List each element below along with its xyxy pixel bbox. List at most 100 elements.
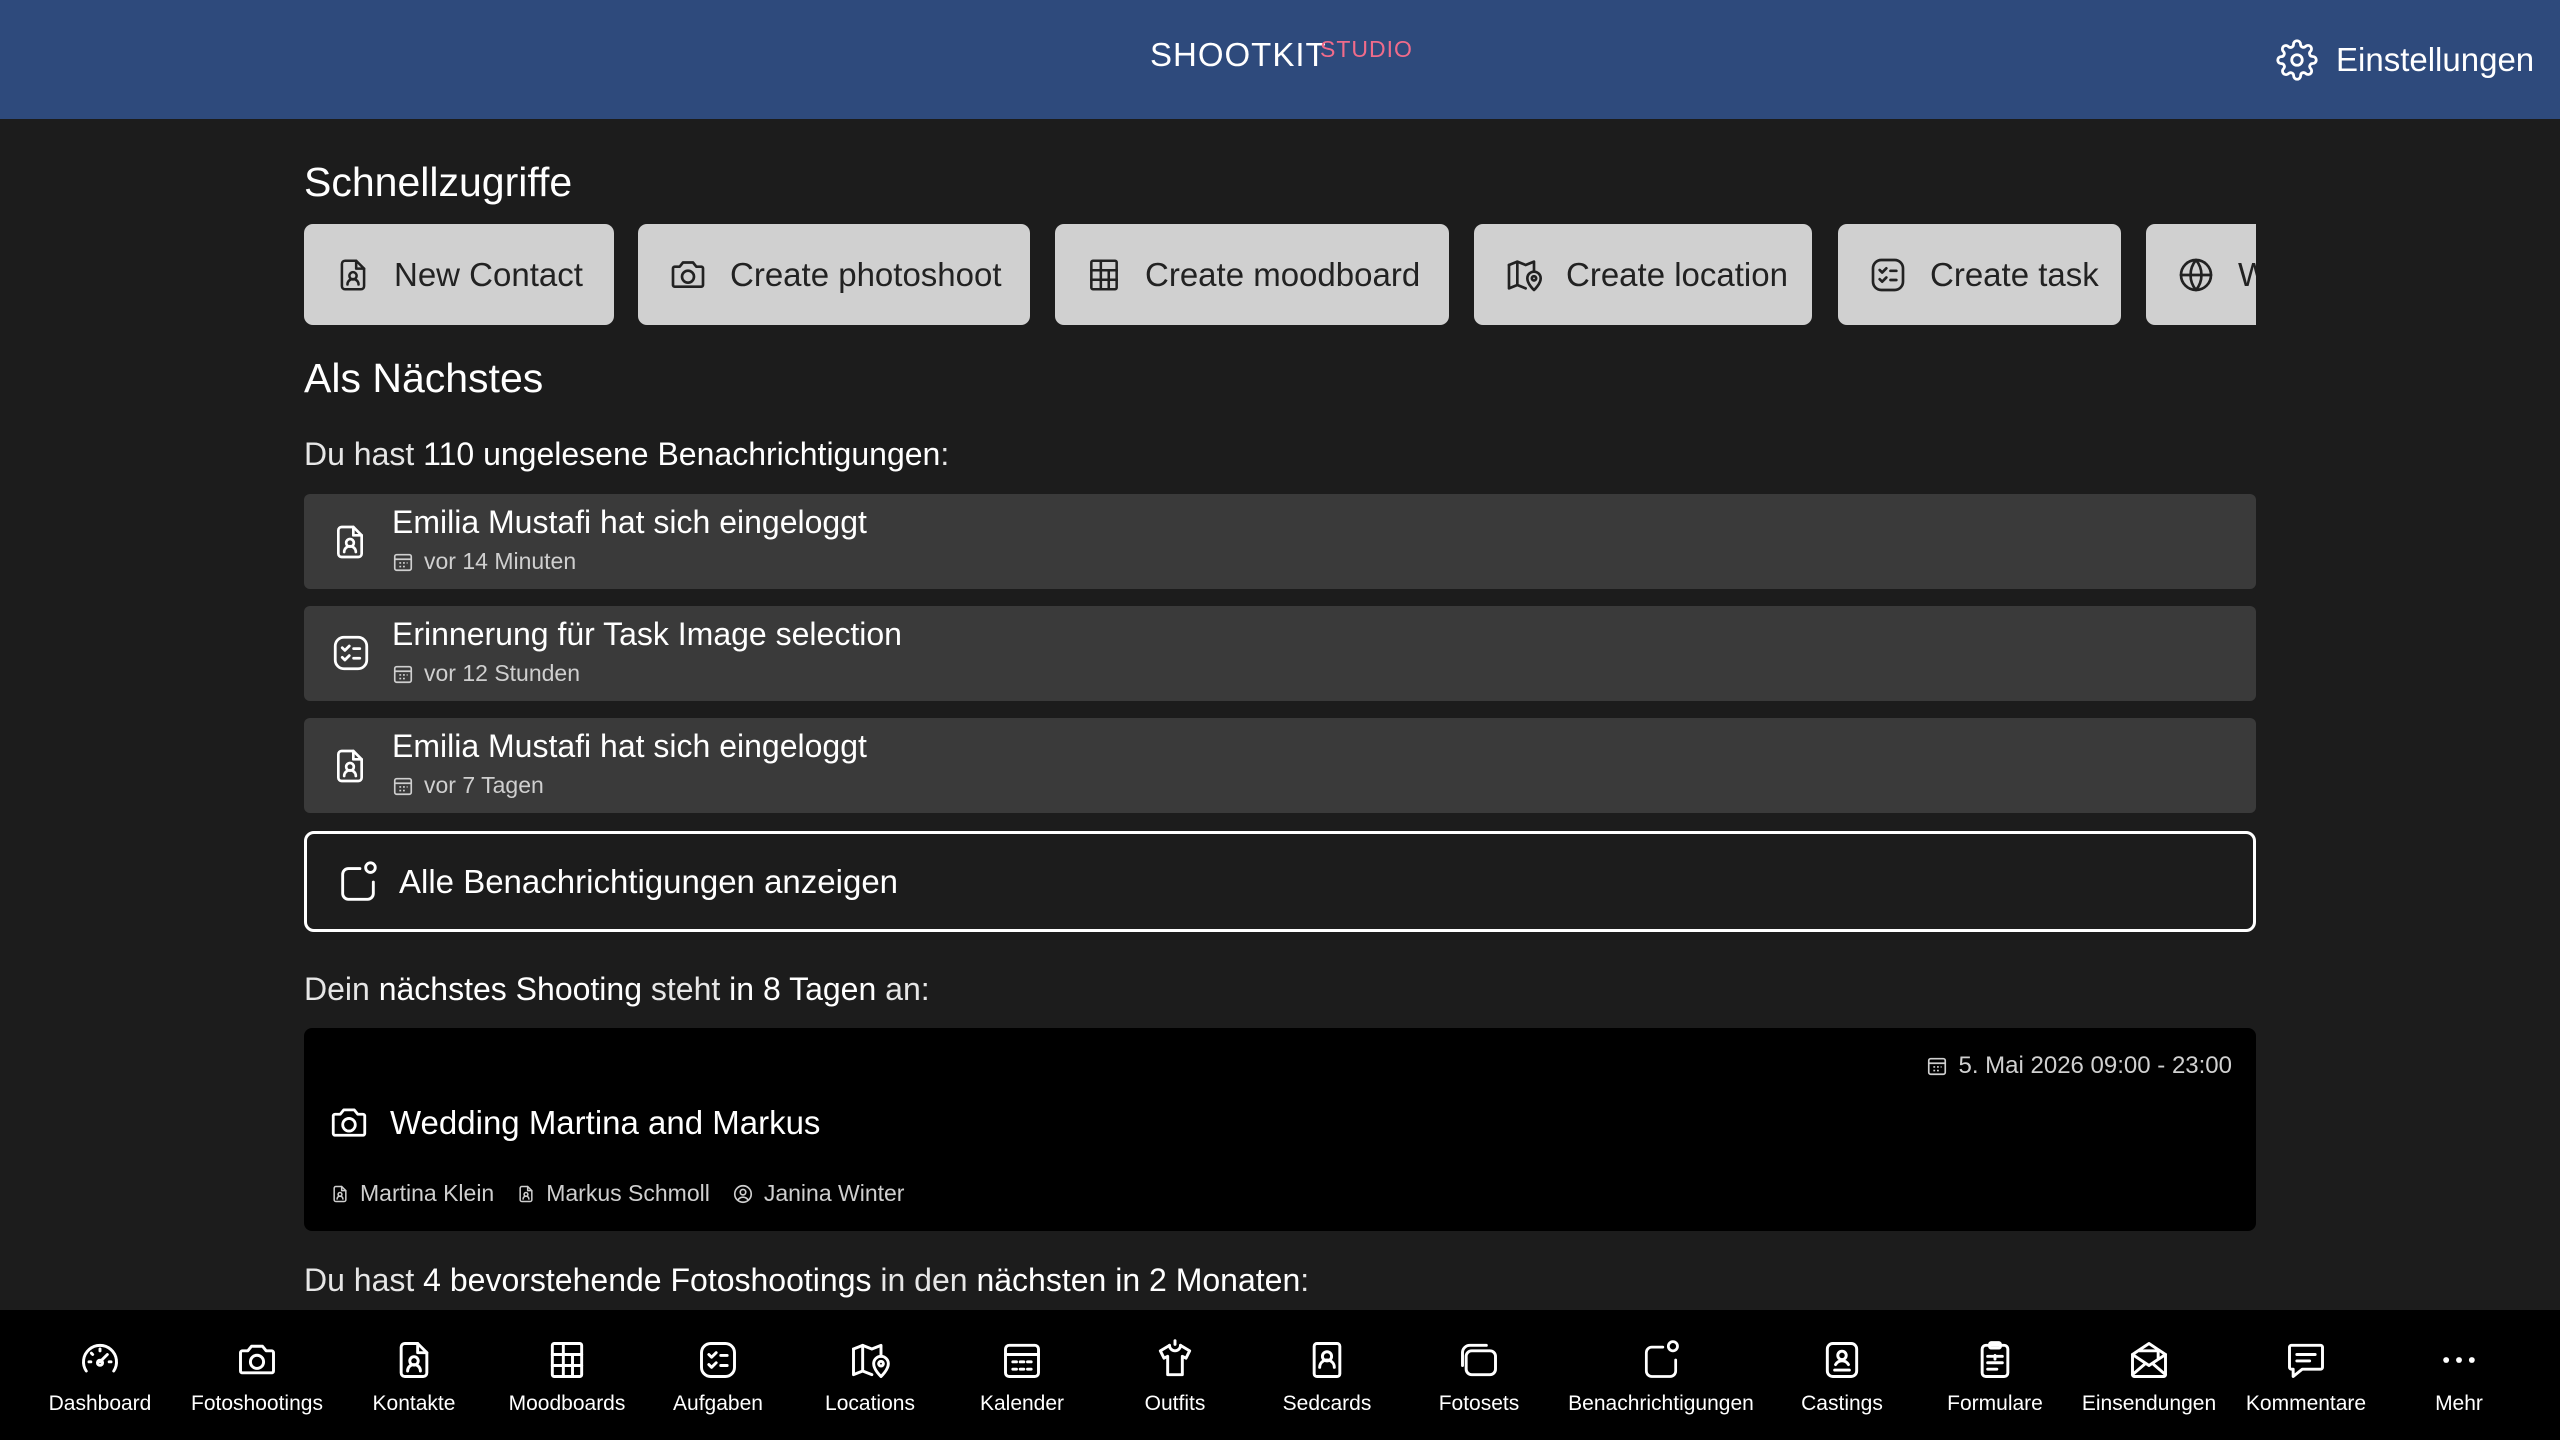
notification-time-text: vor 12 Stunden xyxy=(424,660,581,686)
create-photoshoot-button[interactable]: Create photoshoot xyxy=(638,224,1030,325)
web-quick-button[interactable]: W xyxy=(2146,224,2256,325)
shirt-icon xyxy=(1158,1339,1192,1377)
nav-formulare[interactable]: Formulare xyxy=(1905,1310,2085,1440)
calendar-icon xyxy=(393,553,413,571)
quick-access-title: Schnellzugriffe xyxy=(304,159,573,205)
camera-icon xyxy=(671,260,705,288)
notification-time: vor 14 Minuten xyxy=(392,548,576,575)
next-shoot-line: Dein nächstes Shooting steht in 8 Tagen … xyxy=(304,971,930,1008)
task-icon xyxy=(1871,258,1905,291)
contact-icon xyxy=(519,1185,533,1202)
text-segment-bold: 4 bevorstehende Fotoshootings xyxy=(423,1262,872,1298)
contact-icon xyxy=(337,525,363,559)
create-location-button[interactable]: Create location xyxy=(1474,224,1812,325)
notification-item[interactable]: Erinnerung für Task Image selection vor … xyxy=(304,606,2256,701)
quick-access-row[interactable]: New Contact Create photoshoot Create moo… xyxy=(304,224,2256,325)
notification-title: Erinnerung für Task Image selection xyxy=(392,616,902,652)
summary-count: 110 ungelesene Benachrichtigungen xyxy=(423,436,941,472)
bell-icon xyxy=(341,860,377,901)
create-task-label: Create task xyxy=(1930,255,2099,293)
notification-title: Emilia Mustafi hat sich eingeloggt xyxy=(392,504,867,540)
notification-time: vor 12 Stunden xyxy=(392,660,580,687)
more-icon xyxy=(2443,1357,2475,1363)
create-location-label: Create location xyxy=(1566,255,1788,293)
camera-icon xyxy=(331,1108,367,1137)
text-segment-bold: nächstes Shooting xyxy=(378,971,642,1007)
comment-icon xyxy=(2288,1343,2324,1378)
notification-time-text: vor 7 Tagen xyxy=(424,772,544,798)
top-bar: SHOOTKIT STUDIO Einstellungen xyxy=(0,0,2560,119)
sedcard-icon xyxy=(1312,1342,1342,1378)
notification-item[interactable]: Emilia Mustafi hat sich eingeloggt vor 1… xyxy=(304,494,2256,589)
shoot-person[interactable]: Janina Winter xyxy=(732,1180,905,1207)
calendar-icon xyxy=(1004,1343,1040,1378)
next-title: Als Nächstes xyxy=(304,355,544,401)
task-icon xyxy=(700,1342,736,1378)
all-notifications-button[interactable]: Alle Benachrichtigungen anzeigen xyxy=(304,831,2256,932)
globe-icon xyxy=(2179,258,2213,291)
brand-logo: SHOOTKIT xyxy=(1150,36,1327,73)
upcoming-shoots-line: Du hast 4 bevorstehende Fotoshootings in… xyxy=(304,1262,1309,1299)
create-moodboard-button[interactable]: Create moodboard xyxy=(1055,224,1449,325)
brand-subtitle: STUDIO xyxy=(1320,36,1413,62)
text-segment: : xyxy=(1300,1262,1310,1298)
web-quick-label: W xyxy=(2238,255,2256,293)
user-circle-icon xyxy=(733,1184,752,1203)
settings-button[interactable]: Einstellungen xyxy=(2276,37,2534,83)
gear-icon xyxy=(2276,39,2318,81)
dashboard-icon xyxy=(82,1343,118,1373)
text-segment: steht xyxy=(642,971,730,1007)
contact-icon xyxy=(333,1185,347,1202)
nav-mehr[interactable]: Mehr xyxy=(2369,1310,2549,1440)
notification-item[interactable]: Emilia Mustafi hat sich eingeloggt vor 7… xyxy=(304,718,2256,813)
person-name: Janina Winter xyxy=(763,1180,905,1206)
shoot-person[interactable]: Martina Klein xyxy=(330,1180,494,1207)
shoot-person[interactable]: Markus Schmoll xyxy=(516,1180,710,1207)
nav-einsendungen[interactable]: Einsendungen xyxy=(2059,1310,2239,1440)
new-contact-label: New Contact xyxy=(394,255,583,293)
shoot-people: Martina Klein Markus Schmoll Janina Wint… xyxy=(330,1180,904,1207)
text-segment: Dein xyxy=(304,971,379,1007)
text-segment: an: xyxy=(876,971,930,1007)
bottom-nav: Dashboard Fotoshootings Kontakte Moodboa… xyxy=(0,1310,2560,1440)
next-shoot-card[interactable]: 5. Mai 2026 09:00 - 23:00 Wedding Martin… xyxy=(304,1028,2256,1231)
text-segment: in den xyxy=(871,1262,977,1298)
moodboard-icon xyxy=(550,1342,584,1378)
summary-suffix: : xyxy=(940,436,950,472)
nav-dashboard[interactable]: Dashboard xyxy=(10,1310,190,1440)
create-photoshoot-label: Create photoshoot xyxy=(730,255,1002,293)
nav-benachrichtigungen[interactable]: Benachrichtigungen xyxy=(1568,1310,1754,1440)
all-notifications-label: Alle Benachrichtigungen anzeigen xyxy=(399,862,899,900)
notification-title: Emilia Mustafi hat sich eingeloggt xyxy=(392,728,867,764)
text-segment-bold: in 8 Tagen xyxy=(729,971,877,1007)
bell-icon xyxy=(1644,1340,1679,1378)
contact-icon xyxy=(337,749,363,783)
calendar-icon xyxy=(393,665,413,683)
main-content[interactable]: Schnellzugriffe New Contact Create photo… xyxy=(0,119,2560,1310)
map-pin-icon xyxy=(852,1343,890,1378)
nav-fotoshootings[interactable]: Fotoshootings xyxy=(167,1310,347,1440)
shoot-date-text: 5. Mai 2026 09:00 - 23:00 xyxy=(1958,1052,2232,1079)
notification-time: vor 7 Tagen xyxy=(392,772,544,799)
calendar-icon xyxy=(393,777,413,795)
summary-prefix: Du hast xyxy=(304,436,424,472)
notification-time-text: vor 14 Minuten xyxy=(424,548,577,574)
clipboard-icon xyxy=(1980,1341,2010,1378)
create-task-button[interactable]: Create task xyxy=(1838,224,2121,325)
nav-fotosets[interactable]: Fotosets xyxy=(1389,1310,1569,1440)
new-contact-button[interactable]: New Contact xyxy=(304,224,614,325)
text-segment: Du hast xyxy=(304,1262,424,1298)
shoot-date: 5. Mai 2026 09:00 - 23:00 xyxy=(1926,1052,2232,1080)
shoot-title-text: Wedding Martina and Markus xyxy=(390,1104,821,1141)
map-pin-icon xyxy=(1507,259,1542,291)
app: SHOOTKIT STUDIO Einstellungen Schnellzug… xyxy=(0,0,2560,1440)
calendar-icon xyxy=(1928,1057,1947,1076)
nav-label: Mehr xyxy=(2435,1392,2483,1415)
shoot-title: Wedding Martina and Markus xyxy=(328,1102,820,1144)
person-name: Markus Schmoll xyxy=(546,1180,710,1206)
contact-icon xyxy=(399,1342,429,1378)
task-icon xyxy=(333,635,369,671)
contact-icon xyxy=(340,258,366,291)
text-segment-bold: nächsten in 2 Monaten xyxy=(976,1262,1301,1298)
moodboard-icon xyxy=(1090,258,1118,291)
